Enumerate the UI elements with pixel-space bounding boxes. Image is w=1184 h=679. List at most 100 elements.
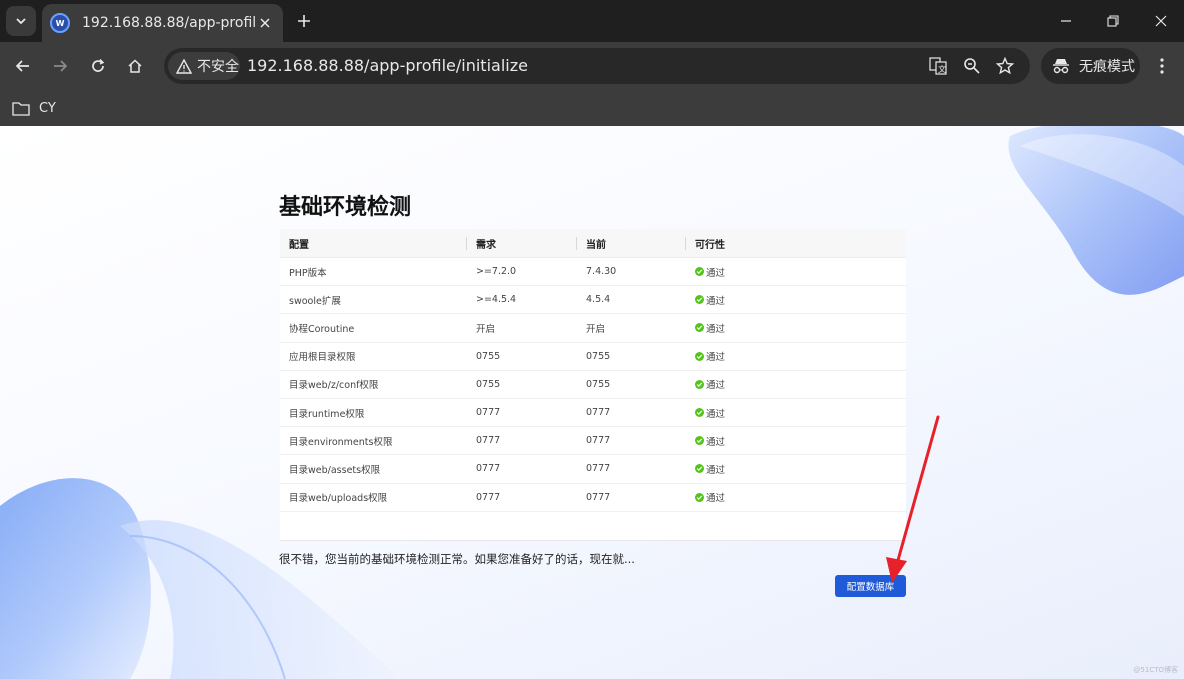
close-icon [260, 18, 270, 28]
zoom-icon [964, 58, 980, 74]
cell-required: 0777 [476, 463, 501, 475]
close-tab-button[interactable] [255, 13, 275, 33]
check-circle-icon [695, 408, 704, 418]
table-row: 目录web/z/conf权限 0755 0755 通过 [280, 371, 906, 399]
status-message: 很不错，您当前的基础环境检测正常。如果您准备好了的话，现在就... [279, 552, 635, 566]
security-chip[interactable]: 不安全 [168, 52, 240, 80]
arrow-right-icon [54, 60, 68, 72]
cell-status: 通过 [686, 462, 906, 476]
cell-config: swoole扩展 [289, 295, 341, 307]
restore-icon [1107, 15, 1119, 27]
check-circle-icon [695, 379, 704, 389]
cell-current: 0777 [586, 463, 611, 475]
table-row: 协程Coroutine 开启 开启 通过 [280, 314, 906, 343]
translate-icon: 文 [929, 57, 947, 75]
cell-status: 通过 [686, 490, 906, 504]
incognito-label: 无痕模式 [1079, 59, 1135, 75]
cell-config: 目录web/z/conf权限 [289, 380, 379, 392]
cell-required: 0755 [476, 350, 501, 362]
configure-database-button[interactable]: 配置数据库 [835, 575, 906, 597]
table-row: 目录web/uploads权限 0777 0777 通过 [280, 484, 906, 512]
plus-icon [298, 15, 310, 27]
browser-toolbar: 不安全 192.168.88.88/app-profile/initialize… [0, 42, 1184, 90]
status-text: 通过 [706, 323, 726, 335]
status-text: 通过 [706, 380, 726, 392]
bookmark-folder-cy[interactable]: CY [12, 95, 56, 121]
security-label: 不安全 [197, 59, 239, 75]
page-viewport: 基础环境检测 配置 需求 当前 可行性 PHP版本 >=7.2.0 7.4.30 通过… [0, 126, 1184, 679]
minimize-button[interactable] [1052, 8, 1080, 34]
arrow-left-icon [15, 60, 29, 72]
cell-current: 4.5.4 [586, 294, 611, 306]
status-text: 通过 [706, 352, 726, 364]
minimize-icon [1061, 20, 1071, 22]
address-bar[interactable]: 不安全 192.168.88.88/app-profile/initialize… [164, 48, 1030, 84]
cell-status: 通过 [686, 265, 906, 279]
check-circle-icon [695, 492, 704, 502]
restore-button[interactable] [1099, 8, 1127, 34]
table-row: 应用根目录权限 0755 0755 通过 [280, 343, 906, 371]
more-vertical-icon [1160, 58, 1164, 74]
tab-bar: W 192.168.88.88/app-profile [0, 0, 1184, 42]
table-row: swoole扩展 >=4.5.4 4.5.4 通过 [280, 286, 906, 315]
zoom-button[interactable] [961, 55, 983, 77]
forward-button[interactable] [47, 53, 73, 79]
cell-status: 通过 [686, 406, 906, 420]
cell-current: 0755 [586, 350, 611, 362]
table-row: 目录runtime权限 0777 0777 通过 [280, 399, 906, 428]
cell-config: PHP版本 [289, 267, 327, 279]
bookmarks-bar: CY [0, 90, 1184, 126]
site-favicon-icon: W [50, 13, 70, 33]
check-circle-icon [695, 464, 704, 474]
status-text: 通过 [706, 267, 726, 279]
star-icon [996, 57, 1014, 75]
reload-button[interactable] [85, 53, 111, 79]
check-circle-icon [695, 323, 704, 333]
url-text[interactable]: 192.168.88.88/app-profile/initialize [247, 56, 528, 75]
cell-config: 目录web/assets权限 [289, 464, 381, 476]
browser-menu-button[interactable] [1150, 53, 1174, 79]
table-row: 目录web/assets权限 0777 0777 通过 [280, 455, 906, 484]
table-header: 配置 需求 当前 可行性 [280, 229, 906, 258]
incognito-indicator[interactable]: 无痕模式 [1041, 48, 1140, 84]
cell-current: 开启 [586, 323, 606, 335]
cell-required: >=7.2.0 [476, 266, 517, 278]
status-text: 通过 [706, 295, 726, 307]
tab-search-button[interactable] [6, 6, 36, 36]
translate-button[interactable]: 文 [927, 55, 949, 77]
cell-status: 通过 [686, 377, 906, 391]
watermark: @51CTO博客 [1133, 666, 1178, 674]
active-tab[interactable]: W 192.168.88.88/app-profile [42, 4, 283, 42]
cell-required: 0777 [476, 491, 501, 503]
cell-required: 0777 [476, 407, 501, 419]
incognito-icon [1053, 59, 1069, 74]
column-header-required: 需求 [467, 229, 577, 258]
page-title: 基础环境检测 [279, 195, 412, 220]
status-text: 通过 [706, 436, 726, 448]
bookmark-star-button[interactable] [994, 55, 1016, 77]
status-text: 通过 [706, 493, 726, 505]
check-circle-icon [695, 295, 704, 305]
check-circle-icon [695, 436, 704, 446]
back-button[interactable] [10, 53, 36, 79]
cell-config: 目录environments权限 [289, 436, 393, 448]
cell-required: 开启 [476, 323, 496, 335]
new-tab-button[interactable] [292, 9, 316, 33]
cell-current: 0755 [586, 378, 611, 390]
cell-status: 通过 [686, 293, 906, 307]
home-icon [128, 59, 142, 73]
status-text: 通过 [706, 464, 726, 476]
home-button[interactable] [122, 53, 148, 79]
check-circle-icon [695, 351, 704, 361]
close-icon [1155, 15, 1167, 27]
column-header-config: 配置 [280, 229, 467, 258]
chevron-down-icon [16, 18, 26, 25]
environment-check-table: 配置 需求 当前 可行性 PHP版本 >=7.2.0 7.4.30 通过 swoole扩… [280, 229, 906, 541]
table-body: PHP版本 >=7.2.0 7.4.30 通过 swoole扩展 >=4.5.4 4.5.4… [280, 258, 906, 512]
check-circle-icon [695, 267, 704, 277]
bookmark-label: CY [39, 100, 56, 116]
cell-config: 应用根目录权限 [289, 352, 356, 364]
cell-current: 0777 [586, 491, 611, 503]
table-row: 目录environments权限 0777 0777 通过 [280, 427, 906, 456]
close-window-button[interactable] [1147, 8, 1175, 34]
